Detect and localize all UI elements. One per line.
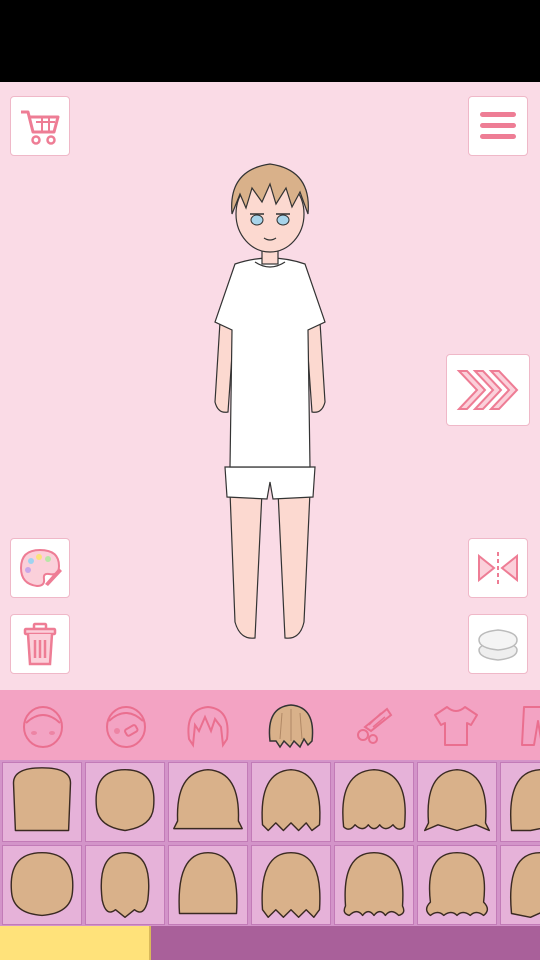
flip-button[interactable] xyxy=(468,538,528,598)
face-icon xyxy=(23,706,63,748)
tab-back-hair[interactable] xyxy=(263,698,319,754)
character-figure xyxy=(214,163,326,639)
hair-style-grid xyxy=(0,760,540,926)
hair-thumbnail-icon xyxy=(423,768,491,832)
hair-thumbnail-icon xyxy=(343,851,405,917)
next-button[interactable] xyxy=(446,354,530,426)
tab-bottom[interactable] xyxy=(510,698,540,754)
hair-thumbnail-icon xyxy=(100,851,150,919)
tab-face[interactable] xyxy=(15,698,71,754)
hair-thumbnail-icon xyxy=(12,767,72,832)
hair-thumbnail-icon xyxy=(425,851,489,917)
tab-top[interactable] xyxy=(428,698,484,754)
hair-thumbnail-icon xyxy=(173,768,243,830)
hair-style-item[interactable] xyxy=(251,845,331,925)
face-decoration-icon xyxy=(106,706,146,748)
hair-thumbnail-icon xyxy=(261,851,321,919)
layers-icon xyxy=(478,629,518,661)
character-stage xyxy=(0,82,540,690)
hair-style-item[interactable] xyxy=(251,762,331,842)
hair-style-item[interactable] xyxy=(334,762,414,842)
next-icon xyxy=(456,370,519,410)
hair-style-item[interactable] xyxy=(168,845,248,925)
hair-style-item[interactable] xyxy=(417,845,497,925)
flip-icon xyxy=(478,552,518,584)
hair-style-item[interactable] xyxy=(85,762,165,842)
shirt-icon xyxy=(434,706,478,746)
hair-thumbnail-icon xyxy=(510,768,540,832)
hair-style-item[interactable] xyxy=(500,845,540,925)
hair-thumbnail-icon xyxy=(261,768,321,832)
shop-button[interactable] xyxy=(10,96,70,156)
tab-face-decoration[interactable] xyxy=(98,698,154,754)
hair-thumbnail-icon xyxy=(510,851,540,919)
hair-thumbnail-icon xyxy=(178,851,238,915)
hair-thumbnail-icon xyxy=(342,768,406,830)
cart-icon xyxy=(21,110,60,145)
front-hair-icon xyxy=(187,705,229,748)
menu-icon xyxy=(480,112,516,139)
hair-style-item[interactable] xyxy=(2,762,82,842)
hair-thumbnail-icon xyxy=(10,851,74,917)
status-bar xyxy=(0,0,540,82)
hair-style-item[interactable] xyxy=(500,762,540,842)
back-hair-icon xyxy=(268,704,314,749)
accessory-icon xyxy=(357,707,393,744)
tab-accessory[interactable] xyxy=(346,698,402,754)
bottom-bar xyxy=(0,926,540,960)
pants-icon xyxy=(521,706,540,746)
delete-button[interactable] xyxy=(10,614,70,674)
menu-button[interactable] xyxy=(468,96,528,156)
hair-style-item[interactable] xyxy=(334,845,414,925)
palette-icon xyxy=(19,548,62,588)
category-tab-bar xyxy=(0,690,540,760)
layers-button[interactable] xyxy=(468,614,528,674)
hair-style-item[interactable] xyxy=(417,762,497,842)
hair-style-item[interactable] xyxy=(2,845,82,925)
hair-style-item[interactable] xyxy=(85,845,165,925)
hair-style-item[interactable] xyxy=(168,762,248,842)
hair-thumbnail-icon xyxy=(95,768,155,832)
progress-fill xyxy=(0,926,152,960)
color-palette-button[interactable] xyxy=(10,538,70,598)
trash-icon xyxy=(23,622,57,666)
tab-front-hair[interactable] xyxy=(180,698,236,754)
